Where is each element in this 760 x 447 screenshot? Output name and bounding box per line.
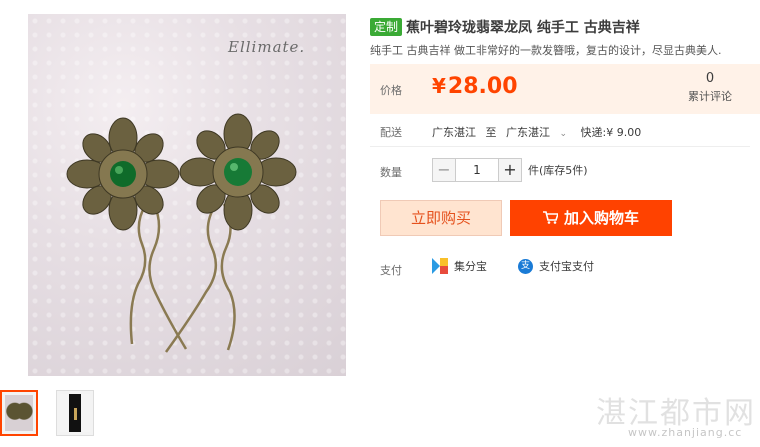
shipping-label: 配送	[380, 126, 402, 139]
buy-now-button[interactable]: 立即购买	[380, 200, 502, 236]
quantity-stepper: − 1 + 件(库存5件)	[432, 158, 588, 182]
reviews-label: 累计评论	[688, 90, 732, 103]
image-watermark: Ellimate.	[228, 38, 306, 56]
payment-jifenbao[interactable]: 集分宝	[432, 258, 487, 274]
hairpin-illustration	[66, 113, 297, 353]
alipay-icon: 支	[518, 258, 533, 274]
shipping-row: 广东湛江 至 广东湛江 ⌄ 快递:¥ 9.00	[432, 124, 647, 140]
payment-alipay[interactable]: 支 支付宝支付	[518, 258, 594, 274]
price-box: 价格 ¥28.00 0 累计评论 交	[370, 64, 760, 114]
product-info-panel: 定制 蕉叶碧玲珑翡翠龙凤 纯手工 古典吉祥 纯手工 古典吉祥 做工非常好的一款发…	[370, 0, 760, 447]
reviews-stat[interactable]: 0 累计评论	[680, 71, 740, 104]
quantity-input[interactable]: 1	[456, 158, 498, 182]
add-to-cart-button[interactable]: 加入购物车	[510, 200, 672, 236]
payment-method-label: 支付宝支付	[539, 260, 594, 273]
divider	[370, 146, 750, 147]
thumbnail-image	[60, 394, 90, 432]
cart-icon	[542, 201, 560, 237]
currency-symbol: ¥	[432, 74, 446, 98]
price-value: ¥28.00	[432, 74, 518, 99]
thumbnail-2[interactable]	[56, 390, 94, 436]
product-title: 蕉叶碧玲珑翡翠龙凤 纯手工 古典吉祥	[406, 20, 640, 36]
ship-from: 广东湛江	[432, 126, 476, 139]
increment-button[interactable]: +	[498, 158, 522, 182]
thumbnail-image	[5, 395, 33, 431]
title-row: 定制 蕉叶碧玲珑翡翠龙凤 纯手工 古典吉祥	[370, 17, 640, 37]
chevron-down-icon: ⌄	[559, 129, 568, 139]
trade-stat[interactable]: 交	[744, 71, 760, 89]
trade-label: 交	[744, 73, 760, 89]
ship-to-word: 至	[485, 126, 497, 139]
price-label: 价格	[380, 84, 402, 97]
stock-text: 件(库存5件)	[528, 164, 588, 177]
add-to-cart-label: 加入购物车	[563, 209, 639, 227]
custom-tag-badge: 定制	[370, 18, 403, 36]
product-main-image[interactable]: Ellimate.	[28, 14, 346, 376]
site-url: www.zhanjiang.cc	[628, 426, 743, 439]
product-subtitle: 纯手工 古典吉祥 做工非常好的一款发簪哦，复古的设计，尽显古典美人.	[370, 44, 722, 57]
ship-method: 快递:¥ 9.00	[580, 126, 642, 139]
thumbnail-1[interactable]	[0, 390, 38, 436]
quantity-label: 数量	[380, 166, 402, 179]
jifenbao-icon	[432, 258, 448, 274]
payment-label: 支付	[380, 264, 402, 277]
reviews-count: 0	[705, 71, 715, 86]
ship-to-select[interactable]: 广东湛江 ⌄	[506, 126, 571, 139]
ship-to: 广东湛江	[506, 126, 550, 139]
decrement-button[interactable]: −	[432, 158, 456, 182]
price-amount: 28.00	[447, 74, 518, 99]
payment-method-label: 集分宝	[454, 260, 487, 273]
